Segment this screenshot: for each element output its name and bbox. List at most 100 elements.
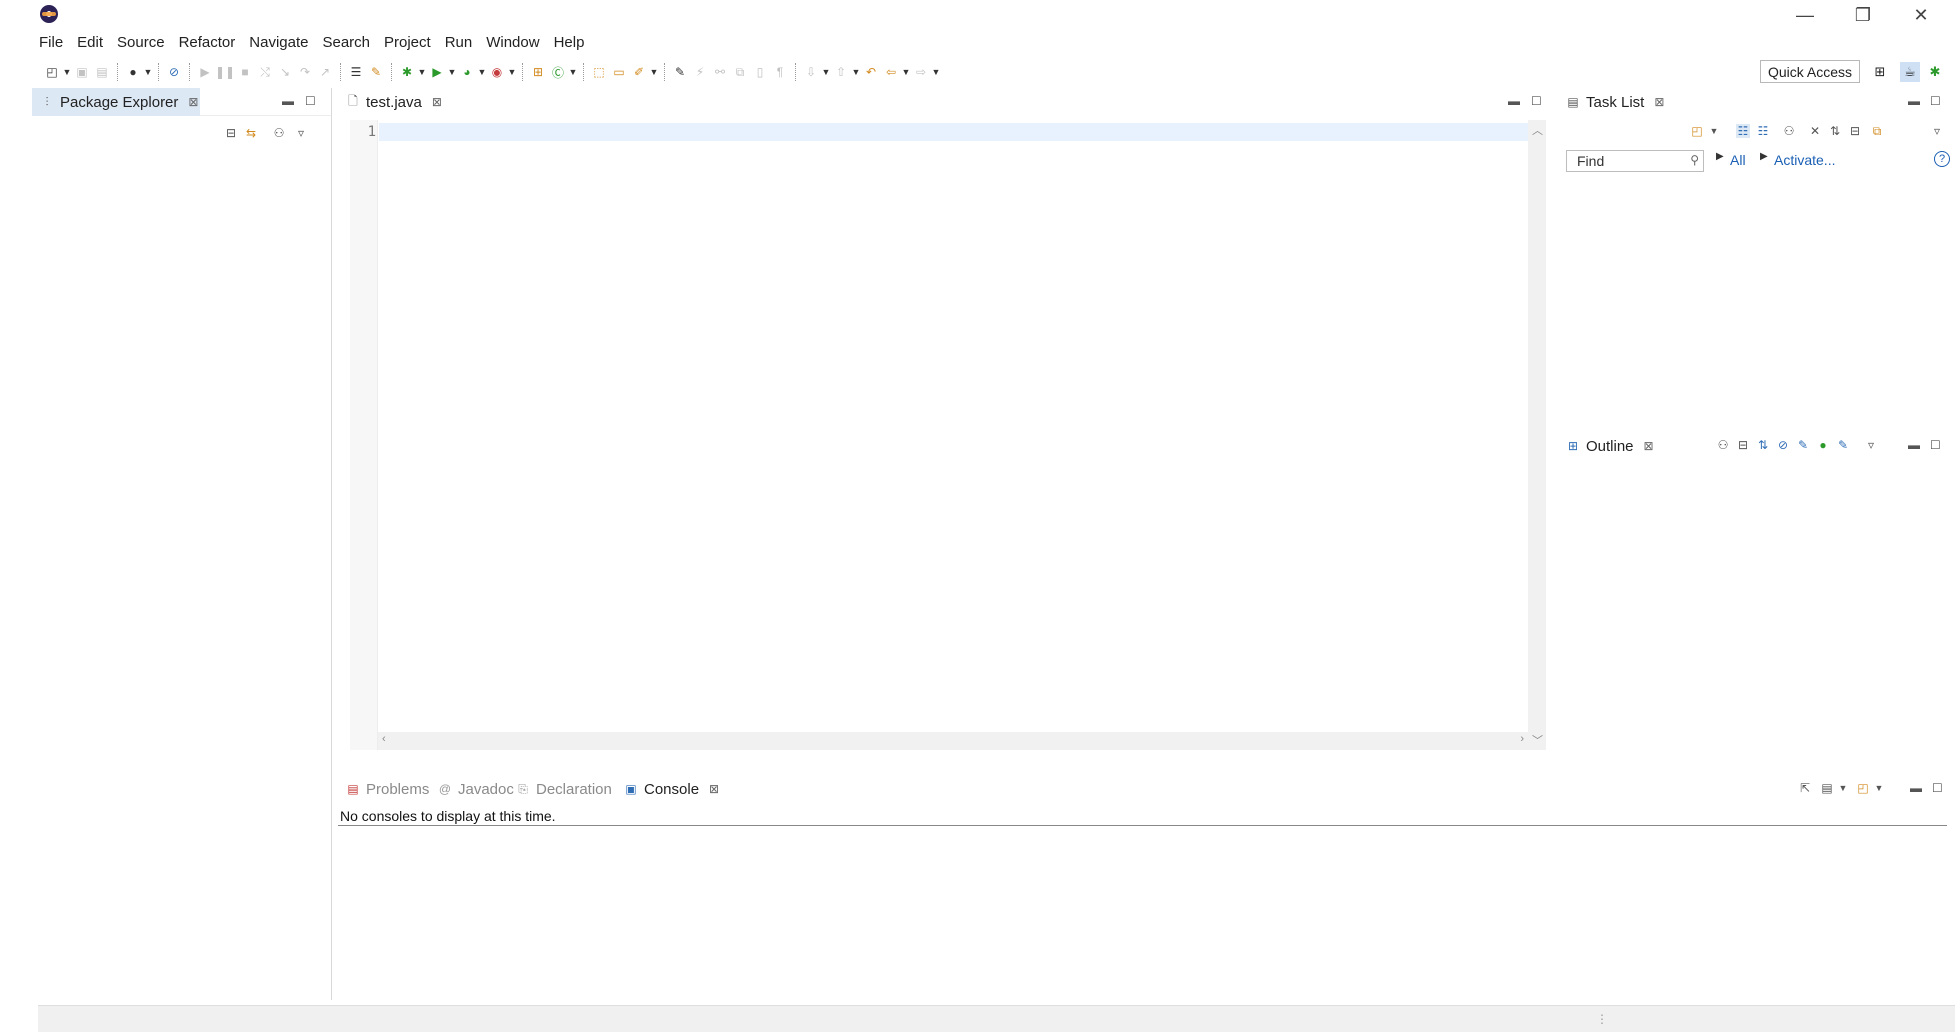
- pin-console-icon[interactable]: ⇱: [1798, 781, 1812, 795]
- profile-icon[interactable]: ●: [125, 64, 141, 80]
- step-over-icon[interactable]: ↷: [297, 64, 313, 80]
- word-wrap-icon[interactable]: ⧉: [732, 64, 748, 80]
- minimize-view-icon[interactable]: ▬: [282, 94, 294, 108]
- search-icon[interactable]: ✐: [631, 64, 647, 80]
- tab-test-java[interactable]: 🗋 test.java ⊠: [338, 88, 450, 116]
- menu-navigate[interactable]: Navigate: [242, 34, 315, 51]
- new-java-class-icon[interactable]: Ⓒ: [550, 64, 566, 80]
- collapse-all-icon[interactable]: ⊟: [1736, 438, 1750, 452]
- categorized-icon[interactable]: ☷: [1736, 124, 1750, 138]
- resume-icon[interactable]: ▶: [197, 64, 213, 80]
- forward-icon[interactable]: ⇨: [913, 64, 929, 80]
- mark-occurrences-icon[interactable]: ✎: [368, 64, 384, 80]
- hide-local-types-icon[interactable]: ✎: [1836, 438, 1850, 452]
- show-whitespace-icon[interactable]: ⚡: [692, 64, 708, 80]
- pilcrow-icon[interactable]: ¶: [772, 64, 788, 80]
- annotation-icon[interactable]: ✎: [672, 64, 688, 80]
- focus-on-workweek-icon[interactable]: ⚇: [1782, 124, 1796, 138]
- last-edit-location-icon[interactable]: ↶: [863, 64, 879, 80]
- debug-icon[interactable]: ✱: [399, 64, 415, 80]
- close-icon[interactable]: ⊠: [188, 95, 198, 109]
- maximize-view-icon[interactable]: ☐: [1932, 781, 1943, 795]
- collapse-all-icon[interactable]: ⊟: [224, 126, 238, 140]
- next-annotation-icon[interactable]: ⇩: [803, 64, 819, 80]
- debug-perspective-icon[interactable]: ✱: [1925, 62, 1945, 82]
- debug-dropdown-icon[interactable]: ▼: [417, 67, 427, 77]
- menu-file[interactable]: File: [32, 34, 70, 51]
- open-console-icon[interactable]: ◰: [1856, 781, 1870, 795]
- open-console-dropdown-icon[interactable]: ▼: [1872, 781, 1886, 795]
- minimize-view-icon[interactable]: ▬: [1908, 438, 1920, 452]
- view-menu-icon[interactable]: ▿: [1930, 124, 1944, 138]
- close-icon[interactable]: ⊠: [432, 95, 442, 109]
- task-find-input[interactable]: Find ⚲: [1566, 150, 1704, 172]
- activate-task-link[interactable]: Activate...: [1774, 152, 1835, 168]
- maximize-view-icon[interactable]: ☐: [1531, 94, 1542, 108]
- menu-help[interactable]: Help: [547, 34, 592, 51]
- minimize-view-icon[interactable]: ▬: [1908, 94, 1920, 108]
- toggle-block-selection-icon[interactable]: ☰: [348, 64, 364, 80]
- maximize-view-icon[interactable]: ☐: [305, 94, 316, 108]
- scheduled-icon[interactable]: ☷: [1756, 124, 1770, 138]
- save-icon[interactable]: ▣: [74, 64, 90, 80]
- back-dropdown-icon[interactable]: ▼: [901, 67, 911, 77]
- external-tools-icon[interactable]: ◉: [489, 64, 505, 80]
- skip-breakpoints-icon[interactable]: ⊘: [166, 64, 182, 80]
- minimize-view-icon[interactable]: ▬: [1910, 781, 1922, 795]
- quick-access-field[interactable]: Quick Access: [1760, 60, 1860, 83]
- tab-declaration[interactable]: ⎘ Declaration: [508, 775, 620, 803]
- display-console-dropdown-icon[interactable]: ▼: [1836, 781, 1850, 795]
- run-dropdown-icon[interactable]: ▼: [447, 67, 457, 77]
- next-annotation-dropdown-icon[interactable]: ▼: [821, 67, 831, 77]
- menu-edit[interactable]: Edit: [70, 34, 110, 51]
- view-menu-icon[interactable]: ▿: [1864, 438, 1878, 452]
- hide-static-icon[interactable]: ✎: [1796, 438, 1810, 452]
- back-icon[interactable]: ⇦: [883, 64, 899, 80]
- tab-problems[interactable]: ▤ Problems: [338, 775, 437, 803]
- coverage-icon[interactable]: ◕: [459, 64, 475, 80]
- scroll-up-icon[interactable]: ︿: [1532, 122, 1543, 138]
- new-java-package-icon[interactable]: ⊞: [530, 64, 546, 80]
- new-dropdown-icon[interactable]: ▼: [62, 67, 72, 77]
- tab-console[interactable]: ▣ Console ⊠: [616, 775, 727, 803]
- view-menu-icon[interactable]: ▿: [294, 126, 308, 140]
- close-icon[interactable]: ⊠: [1654, 95, 1664, 109]
- scroll-left-icon[interactable]: ‹: [382, 733, 386, 745]
- minimize-button[interactable]: —: [1782, 2, 1828, 28]
- tab-package-explorer[interactable]: ⫶ Package Explorer ⊠: [32, 88, 206, 116]
- filter-all-link[interactable]: All: [1730, 152, 1746, 168]
- scroll-right-icon[interactable]: ›: [1520, 733, 1524, 745]
- collapse-all-icon[interactable]: ⊟: [1848, 124, 1862, 138]
- close-icon[interactable]: ⊠: [1644, 439, 1654, 453]
- run-icon[interactable]: ▶: [429, 64, 445, 80]
- menu-run[interactable]: Run: [438, 34, 480, 51]
- step-into-icon[interactable]: ↘: [277, 64, 293, 80]
- link-with-editor-icon[interactable]: ⇆: [244, 126, 258, 140]
- show-ui-legend-icon[interactable]: ⧉: [1870, 124, 1884, 138]
- menu-project[interactable]: Project: [377, 34, 438, 51]
- search-dropdown-icon[interactable]: ▼: [649, 67, 659, 77]
- suspend-icon[interactable]: ❚❚: [215, 64, 235, 80]
- scroll-down-icon[interactable]: ﹀: [1532, 732, 1543, 748]
- new-task-dropdown-icon[interactable]: ▼: [1707, 124, 1721, 138]
- step-return-icon[interactable]: ↗: [317, 64, 333, 80]
- tab-outline[interactable]: ⊞ Outline ⊠: [1558, 432, 1662, 460]
- horizontal-scrollbar[interactable]: ‹ ›: [378, 732, 1528, 750]
- focus-on-task-icon[interactable]: ⚇: [272, 126, 286, 140]
- hide-non-public-icon[interactable]: ●: [1816, 438, 1830, 452]
- external-tools-dropdown-icon[interactable]: ▼: [507, 67, 517, 77]
- close-icon[interactable]: ⊠: [709, 782, 719, 796]
- close-button[interactable]: ✕: [1898, 2, 1944, 28]
- previous-annotation-icon[interactable]: ⇧: [833, 64, 849, 80]
- block-selection-icon[interactable]: ▯: [752, 64, 768, 80]
- save-all-icon[interactable]: ▤: [94, 64, 110, 80]
- open-task-icon[interactable]: ▭: [611, 64, 627, 80]
- hide-completed-icon[interactable]: ✕: [1808, 124, 1822, 138]
- menu-search[interactable]: Search: [315, 34, 377, 51]
- maximize-view-icon[interactable]: ☐: [1930, 94, 1941, 108]
- coverage-dropdown-icon[interactable]: ▼: [477, 67, 487, 77]
- focus-on-task-icon[interactable]: ⚇: [1716, 438, 1730, 452]
- menu-refactor[interactable]: Refactor: [172, 34, 243, 51]
- forward-dropdown-icon[interactable]: ▼: [931, 67, 941, 77]
- menu-source[interactable]: Source: [110, 34, 172, 51]
